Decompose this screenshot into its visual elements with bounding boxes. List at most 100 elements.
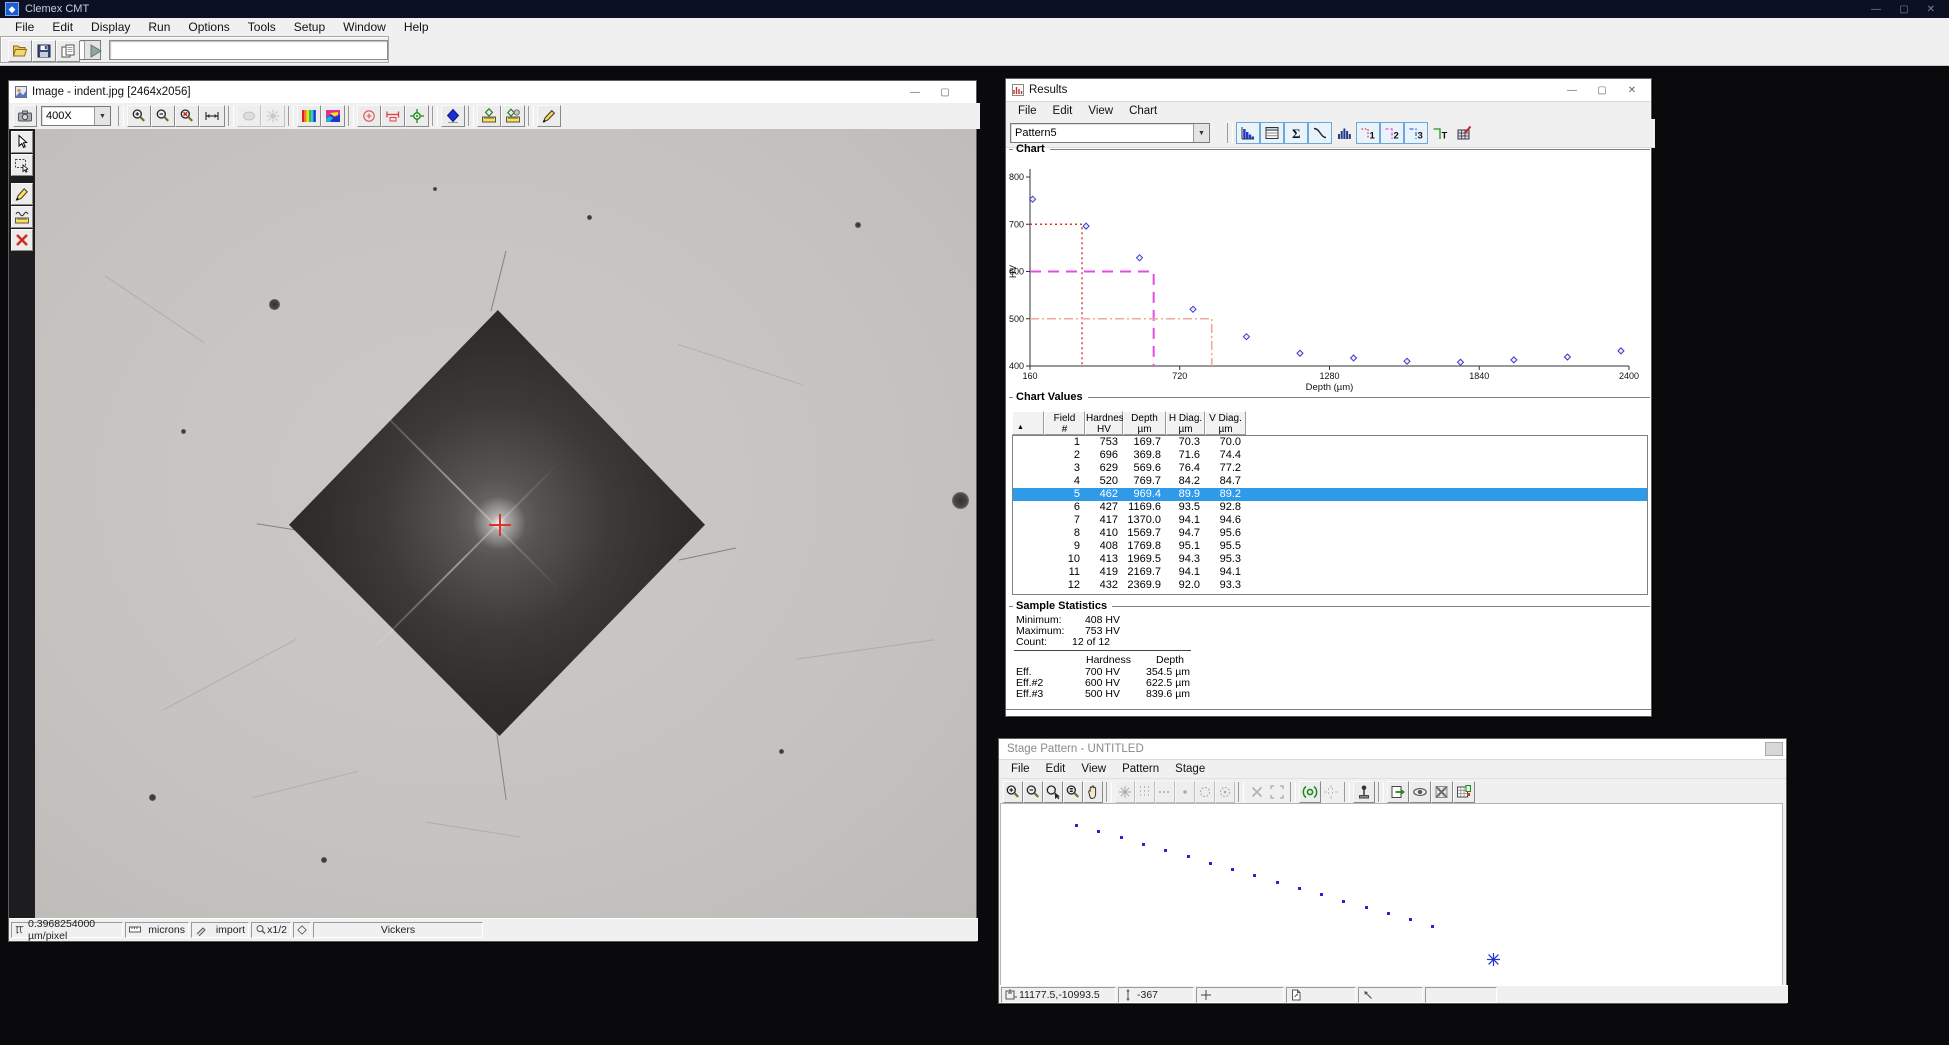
stage-add-circle-button[interactable]	[1195, 781, 1215, 803]
stage-point[interactable]	[1253, 874, 1256, 877]
stage-add-circle-center-button[interactable]	[1215, 781, 1235, 803]
stage-zoom-select-button[interactable]	[1043, 781, 1063, 803]
stage-add-point-button[interactable]	[1115, 781, 1135, 803]
stage-point[interactable]	[1209, 862, 1212, 865]
camera-button[interactable]	[13, 105, 37, 127]
menu-item-edit[interactable]: Edit	[1038, 763, 1074, 775]
stage-point[interactable]	[1142, 843, 1145, 846]
measure-tool-button[interactable]	[11, 206, 33, 228]
zoom-in-button[interactable]	[127, 105, 151, 127]
table-row[interactable]: 104131969.594.395.3	[1013, 553, 1647, 566]
curve-toggle[interactable]	[1308, 122, 1332, 144]
stage-point[interactable]	[1075, 824, 1078, 827]
table-row[interactable]: 64271169.693.592.8	[1013, 501, 1647, 514]
marker1-toggle[interactable]: 1	[1356, 122, 1380, 144]
open-button[interactable]	[8, 40, 32, 62]
stage-delete-button[interactable]	[1247, 781, 1267, 803]
stage-point[interactable]	[1187, 855, 1190, 858]
gray-levels-button[interactable]	[297, 105, 321, 127]
menu-item-file[interactable]: File	[1010, 105, 1045, 117]
marker2-toggle[interactable]: 2	[1380, 122, 1404, 144]
table-row[interactable]: 5462969.489.989.2	[1013, 488, 1647, 501]
indent-measure-button[interactable]	[477, 105, 501, 127]
results-maximize-button[interactable]: ▢	[1587, 85, 1617, 96]
menu-item-setup[interactable]: Setup	[285, 20, 334, 34]
stage-position-button[interactable]	[405, 105, 429, 127]
delete-tool-button[interactable]	[11, 229, 33, 251]
stage-point[interactable]	[1431, 925, 1434, 928]
pointer-tool-button[interactable]	[11, 131, 33, 153]
distribution-button[interactable]	[1332, 122, 1356, 144]
micrograph-canvas[interactable]	[35, 129, 976, 921]
menu-item-view[interactable]: View	[1073, 763, 1114, 775]
stage-titlebar[interactable]: Stage Pattern - UNTITLED	[999, 739, 1786, 760]
table-row[interactable]: 4520769.784.284.7	[1013, 475, 1647, 488]
table-row[interactable]: 84101569.794.795.6	[1013, 527, 1647, 540]
stage-joystick-button[interactable]	[1353, 781, 1375, 803]
save-button[interactable]	[32, 40, 56, 62]
table-row[interactable]: 1753169.770.370.0	[1013, 436, 1647, 449]
sort-column-header[interactable]: ▲	[1012, 411, 1044, 435]
statistics-toggle[interactable]: Σ	[1284, 122, 1308, 144]
stage-point[interactable]	[1164, 849, 1167, 852]
app-minimize-button[interactable]: —	[1871, 4, 1881, 15]
results-minimize-button[interactable]: —	[1557, 85, 1587, 96]
stage-calibrate-button[interactable]	[1299, 781, 1321, 803]
annotation-pen-button[interactable]	[537, 105, 561, 127]
menu-item-run[interactable]: Run	[139, 20, 179, 34]
column-header-depth[interactable]: Depthµm	[1123, 411, 1166, 435]
ellipse-tool-button[interactable]	[237, 105, 261, 127]
rect-select-tool-button[interactable]	[11, 154, 33, 176]
stage-add-grid-button[interactable]	[1135, 781, 1155, 803]
image-window-titlebar[interactable]: Image - indent.jpg [2464x2056] — ▢	[9, 81, 976, 104]
magnification-dropdown[interactable]: 400X ▼	[41, 106, 111, 126]
brightness-button[interactable]	[261, 105, 285, 127]
chart-histogram-toggle[interactable]	[1236, 122, 1260, 144]
stage-point[interactable]	[1097, 830, 1100, 833]
image-maximize-button[interactable]: ▢	[930, 87, 960, 98]
table-row[interactable]: 74171370.094.194.6	[1013, 514, 1647, 527]
table-row[interactable]: 124322369.992.093.3	[1013, 579, 1647, 592]
stage-point[interactable]	[1387, 912, 1390, 915]
zoom-cancel-button[interactable]	[175, 105, 199, 127]
app-close-button[interactable]: ✕	[1927, 4, 1935, 15]
stage-point[interactable]	[1365, 906, 1368, 909]
markerT-toggle[interactable]: T	[1428, 122, 1452, 144]
stage-lens-button[interactable]	[1409, 781, 1431, 803]
menu-item-window[interactable]: Window	[334, 20, 395, 34]
pencil-tool-button[interactable]	[11, 183, 33, 205]
menu-item-file[interactable]: File	[6, 20, 43, 34]
stage-pattern-canvas[interactable]	[1000, 803, 1783, 986]
menu-item-edit[interactable]: Edit	[1045, 105, 1081, 117]
menu-item-view[interactable]: View	[1080, 105, 1121, 117]
app-maximize-button[interactable]: ▢	[1899, 4, 1908, 15]
image-minimize-button[interactable]: —	[900, 87, 930, 98]
stage-point[interactable]	[1342, 900, 1345, 903]
column-header-hdiag[interactable]: H Diag.µm	[1166, 411, 1205, 435]
table-row[interactable]: 2696369.871.674.4	[1013, 449, 1647, 462]
stage-add-line-button[interactable]	[1155, 781, 1175, 803]
stage-move-grid-button[interactable]	[1321, 781, 1341, 803]
chart-values-toggle[interactable]	[1260, 122, 1284, 144]
chart-values-table[interactable]: 1753169.770.370.02696369.871.674.4362956…	[1012, 435, 1648, 595]
indent-marker-button[interactable]	[441, 105, 465, 127]
stage-select-area-button[interactable]	[1267, 781, 1287, 803]
stage-point[interactable]	[1320, 893, 1323, 896]
hardness-depth-chart[interactable]: 400500600700800160720128018402400Depth (…	[1008, 155, 1648, 393]
table-row[interactable]: 3629569.676.477.2	[1013, 462, 1647, 475]
pattern-dropdown[interactable]: Pattern5 ▼	[1010, 123, 1210, 143]
color-segmentation-button[interactable]	[321, 105, 345, 127]
stage-point[interactable]	[1276, 881, 1279, 884]
stage-pan-button[interactable]	[1083, 781, 1103, 803]
copy-button[interactable]	[56, 40, 80, 62]
stage-zoom-out-button[interactable]	[1023, 781, 1043, 803]
menu-item-file[interactable]: File	[1003, 763, 1038, 775]
table-row[interactable]: 114192169.794.194.1	[1013, 566, 1647, 579]
menu-item-stage[interactable]: Stage	[1167, 763, 1213, 775]
stage-zoom-in-button[interactable]	[1003, 781, 1023, 803]
measure-indent-button[interactable]	[381, 105, 405, 127]
marker3-toggle[interactable]: 3	[1404, 122, 1428, 144]
column-header-field[interactable]: Field#	[1044, 411, 1085, 435]
menu-item-help[interactable]: Help	[395, 20, 438, 34]
fit-width-button[interactable]	[199, 105, 225, 127]
